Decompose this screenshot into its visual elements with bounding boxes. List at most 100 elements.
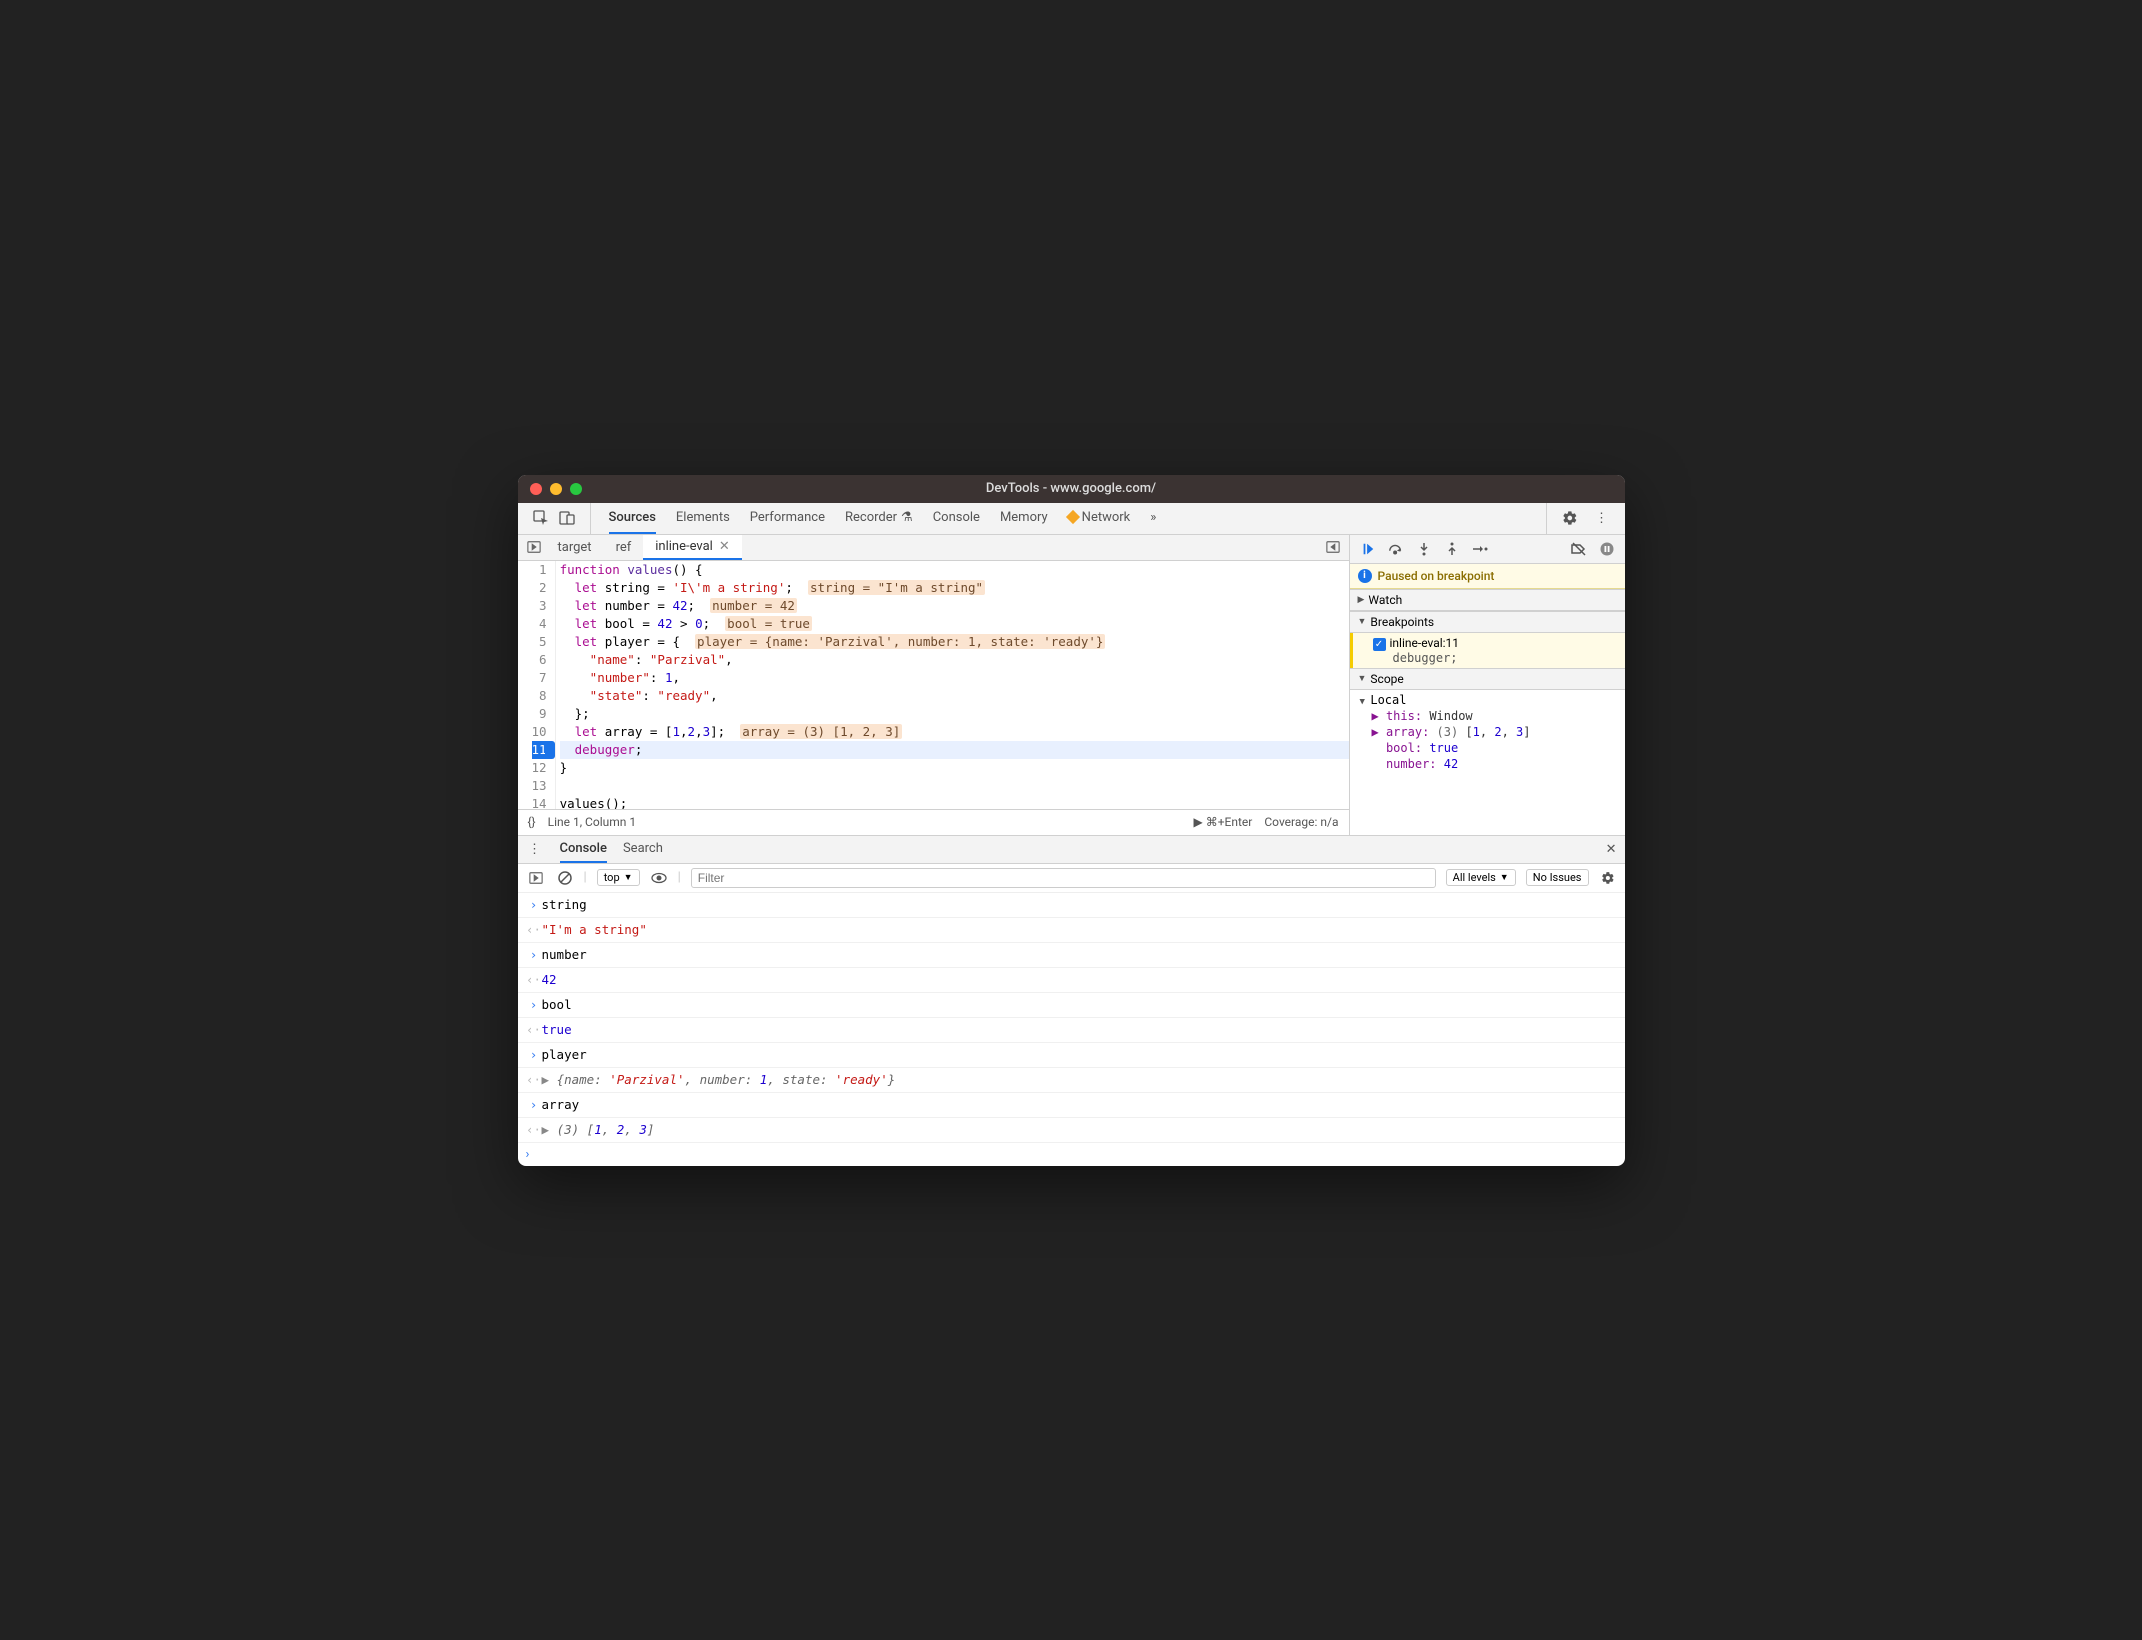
step-into-icon[interactable] bbox=[1414, 539, 1434, 559]
console-sidebar-icon[interactable] bbox=[526, 871, 546, 885]
close-file-icon[interactable]: ✕ bbox=[719, 539, 730, 554]
file-tab-inline-eval[interactable]: inline-eval✕ bbox=[643, 535, 741, 560]
live-expression-icon[interactable] bbox=[650, 869, 668, 887]
sources-pane: targetrefinline-eval✕ 123456789101112131… bbox=[518, 535, 1350, 835]
line-number[interactable]: 9 bbox=[532, 705, 547, 723]
watch-section-header[interactable]: ▶Watch bbox=[1350, 589, 1625, 611]
breakpoint-checkbox[interactable]: ✓ bbox=[1373, 638, 1386, 651]
show-debugger-icon[interactable] bbox=[1323, 540, 1343, 554]
info-icon: i bbox=[1358, 569, 1372, 583]
drawer: ⋮ ConsoleSearch ✕ | top ▼ | All levels ▼… bbox=[518, 835, 1625, 1166]
drawer-tab-search[interactable]: Search bbox=[623, 836, 663, 863]
console-input-row[interactable]: ›bool bbox=[518, 993, 1625, 1018]
code-line[interactable]: let number = 42; number = 42 bbox=[560, 597, 1349, 615]
console-output-row: ‹·▶ (3) [1, 2, 3] bbox=[518, 1118, 1625, 1143]
code-line[interactable]: "name": "Parzival", bbox=[560, 651, 1349, 669]
line-number[interactable]: 2 bbox=[532, 579, 547, 597]
tab-memory[interactable]: Memory bbox=[1000, 503, 1048, 534]
scope-local-header[interactable]: ▼ Local bbox=[1360, 692, 1625, 708]
device-toolbar-icon[interactable] bbox=[558, 509, 576, 527]
inspect-element-icon[interactable] bbox=[532, 509, 550, 527]
line-number[interactable]: 3 bbox=[532, 597, 547, 615]
scope-variable[interactable]: ▶ this: Window bbox=[1372, 708, 1625, 724]
clear-console-icon[interactable] bbox=[556, 869, 574, 887]
line-number[interactable]: 8 bbox=[532, 687, 547, 705]
file-tab-ref[interactable]: ref bbox=[604, 535, 644, 560]
scope-variable[interactable]: number: 42 bbox=[1372, 756, 1625, 772]
deactivate-breakpoints-icon[interactable] bbox=[1569, 539, 1589, 559]
console-output: ›string‹·"I'm a string"›number‹·42›bool‹… bbox=[518, 893, 1625, 1143]
issues-button[interactable]: No Issues bbox=[1526, 869, 1589, 886]
scope-variable[interactable]: bool: true bbox=[1372, 740, 1625, 756]
code-line[interactable]: "state": "ready", bbox=[560, 687, 1349, 705]
show-navigator-icon[interactable] bbox=[524, 540, 544, 554]
paused-banner: i Paused on breakpoint bbox=[1350, 564, 1625, 589]
code-line[interactable]: "number": 1, bbox=[560, 669, 1349, 687]
code-line[interactable] bbox=[560, 777, 1349, 795]
console-input-row[interactable]: ›number bbox=[518, 943, 1625, 968]
file-tabs: targetrefinline-eval✕ bbox=[518, 535, 1349, 561]
tab-console[interactable]: Console bbox=[933, 503, 980, 534]
code-line[interactable]: }; bbox=[560, 705, 1349, 723]
drawer-more-icon[interactable]: ⋮ bbox=[526, 840, 544, 858]
drawer-tab-console[interactable]: Console bbox=[560, 836, 607, 863]
console-output-row: ‹·true bbox=[518, 1018, 1625, 1043]
breakpoint-item[interactable]: ✓inline-eval:11 debugger; bbox=[1350, 633, 1625, 668]
tabs-overflow-icon[interactable]: » bbox=[1150, 503, 1156, 534]
console-output-row: ‹·42 bbox=[518, 968, 1625, 993]
run-snippet-button[interactable]: ▶ ⌘+Enter bbox=[1194, 815, 1253, 829]
debugger-toolbar bbox=[1350, 535, 1625, 564]
file-tab-target[interactable]: target bbox=[546, 535, 604, 560]
console-filter-input[interactable] bbox=[691, 868, 1436, 888]
pretty-print-button[interactable]: {} bbox=[528, 815, 536, 829]
tab-elements[interactable]: Elements bbox=[676, 503, 730, 534]
more-icon[interactable]: ⋮ bbox=[1593, 509, 1611, 527]
resume-icon[interactable] bbox=[1358, 539, 1378, 559]
line-number[interactable]: 5 bbox=[532, 633, 547, 651]
code-line[interactable]: let string = 'I\'m a string'; string = "… bbox=[560, 579, 1349, 597]
console-settings-icon[interactable] bbox=[1599, 869, 1617, 887]
context-selector[interactable]: top ▼ bbox=[597, 869, 640, 886]
console-input-row[interactable]: ›array bbox=[518, 1093, 1625, 1118]
console-output-row: ‹·▶ {name: 'Parzival', number: 1, state:… bbox=[518, 1068, 1625, 1093]
line-number[interactable]: 10 bbox=[532, 723, 547, 741]
breakpoints-section-header[interactable]: ▼Breakpoints bbox=[1350, 611, 1625, 633]
tab-performance[interactable]: Performance bbox=[750, 503, 825, 534]
line-number[interactable]: 4 bbox=[532, 615, 547, 633]
line-number[interactable]: 7 bbox=[532, 669, 547, 687]
console-prompt[interactable]: › bbox=[518, 1143, 1625, 1166]
step-out-icon[interactable] bbox=[1442, 539, 1462, 559]
step-icon[interactable] bbox=[1470, 539, 1490, 559]
line-number[interactable]: 11 bbox=[532, 741, 555, 759]
debugger-pane: i Paused on breakpoint ▶Watch ▼Breakpoin… bbox=[1350, 535, 1625, 835]
pause-exceptions-icon[interactable] bbox=[1597, 539, 1617, 559]
scope-variable[interactable]: ▶ array: (3) [1, 2, 3] bbox=[1372, 724, 1625, 740]
main-tab-bar: Sources Elements Performance Recorder ⚗ Cons… bbox=[518, 503, 1625, 535]
step-over-icon[interactable] bbox=[1386, 539, 1406, 559]
tab-sources[interactable]: Sources bbox=[609, 503, 656, 534]
line-number[interactable]: 14 bbox=[532, 795, 547, 809]
log-levels-selector[interactable]: All levels ▼ bbox=[1446, 869, 1516, 886]
devtools-window: DevTools - www.google.com/ Sources Elemen… bbox=[518, 475, 1625, 1166]
code-line[interactable]: let bool = 42 > 0; bool = true bbox=[560, 615, 1349, 633]
line-number[interactable]: 1 bbox=[532, 561, 547, 579]
line-number[interactable]: 13 bbox=[532, 777, 547, 795]
code-line[interactable]: } bbox=[560, 759, 1349, 777]
code-line[interactable]: values(); bbox=[560, 795, 1349, 809]
code-line[interactable]: let player = { player = {name: 'Parzival… bbox=[560, 633, 1349, 651]
scope-section-header[interactable]: ▼Scope bbox=[1350, 668, 1625, 690]
code-line[interactable]: debugger; bbox=[560, 741, 1349, 759]
settings-icon[interactable] bbox=[1561, 509, 1579, 527]
window-title: DevTools - www.google.com/ bbox=[518, 481, 1625, 496]
console-input-row[interactable]: ›string bbox=[518, 893, 1625, 918]
code-line[interactable]: let array = [1,2,3]; array = (3) [1, 2, … bbox=[560, 723, 1349, 741]
cursor-position: Line 1, Column 1 bbox=[548, 815, 637, 829]
line-number[interactable]: 12 bbox=[532, 759, 547, 777]
close-drawer-icon[interactable]: ✕ bbox=[1606, 842, 1617, 857]
tab-network[interactable]: Network bbox=[1068, 503, 1131, 534]
tab-recorder[interactable]: Recorder ⚗ bbox=[845, 503, 913, 534]
code-editor[interactable]: 1234567891011121314 function values() { … bbox=[518, 561, 1349, 809]
line-number[interactable]: 6 bbox=[532, 651, 547, 669]
console-input-row[interactable]: ›player bbox=[518, 1043, 1625, 1068]
code-line[interactable]: function values() { bbox=[560, 561, 1349, 579]
